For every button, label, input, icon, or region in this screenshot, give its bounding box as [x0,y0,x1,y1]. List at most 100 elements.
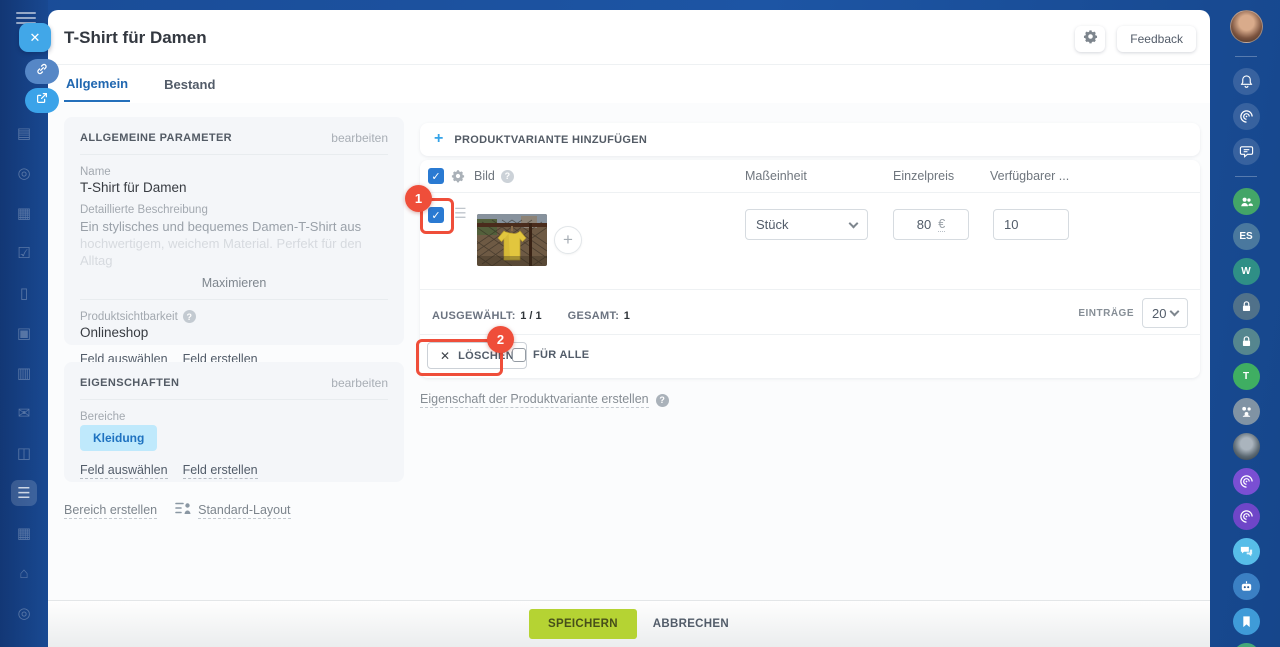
card-title: ALLGEMEINE PARAMETER [80,132,233,144]
crm-icon[interactable]: ☰ [11,480,37,506]
settings-button[interactable] [1075,26,1105,52]
variants-table: ✓ Bild ? Maßeinheit Einzelpreis Verfügba… [420,160,1200,378]
calendar-icon[interactable]: ▦ [11,200,37,226]
channel-chat-icon[interactable] [1232,538,1260,565]
column-price[interactable]: Einzelpreis [893,169,954,183]
available-input[interactable]: 10 [993,209,1069,240]
open-new-window-button[interactable] [25,88,59,113]
copy-link-button[interactable] [25,59,59,84]
entries-value: 20 [1152,305,1167,321]
notifications-icon[interactable] [1232,68,1260,95]
copilot-chat-icon[interactable] [1232,503,1260,530]
feed-icon[interactable]: ▤ [11,120,37,146]
feedback-button[interactable]: Feedback [1117,26,1196,52]
description-text[interactable]: Ein stylisches und bequemes Damen-T-Shir… [80,218,388,235]
name-label: Name [80,166,111,178]
add-image-button[interactable]: + [554,226,582,254]
cancel-button[interactable]: ABBRECHEN [653,618,729,630]
messenger-rail: ES W T [1223,0,1269,647]
create-section-link[interactable]: Bereich erstellen [64,503,158,519]
checkbox-unchecked[interactable] [512,348,526,362]
add-variant-label: PRODUKTVARIANTE HINZUFÜGEN [454,133,648,146]
column-unit[interactable]: Maßeinheit [745,169,807,183]
page-title: T-Shirt für Damen [64,28,207,47]
group-avatars-icon[interactable] [1232,398,1260,425]
sites-icon[interactable]: ⌂ [11,560,37,586]
chat-t[interactable]: T [1232,363,1260,390]
help-icon[interactable]: ? [655,393,669,407]
plus-icon: + [434,129,444,147]
variant-row: ✓ ☰ + Stück 80 € 10 [420,193,1200,290]
panel-footer: SPEICHERN ABBRECHEN [48,600,1210,647]
automation-icon[interactable]: ▦ [11,520,37,546]
tasks-icon[interactable]: ☑ [11,240,37,266]
chat-es[interactable]: ES [1232,223,1260,250]
product-slideover: T-Shirt für Damen Feedback Allgemein Bes… [48,10,1210,647]
annotation-step-1: 1 [405,185,432,212]
chevron-down-icon [1169,306,1180,317]
help-icon[interactable]: ? [500,169,514,183]
mail-icon[interactable]: ✉ [11,400,37,426]
private-chat-icon[interactable] [1232,328,1260,355]
user-avatar[interactable] [1229,10,1263,43]
column-image[interactable]: Bild [474,169,495,183]
general-parameters-card: ALLGEMEINE PARAMETER bearbeiten Name T-S… [64,117,404,368]
bot-chat-icon[interactable] [1232,573,1260,600]
selected-label: AUSGEWÄHLT: [432,310,516,322]
private-chat-icon[interactable] [1232,293,1260,320]
drag-handle-icon[interactable]: ☰ [454,205,467,222]
drive-icon[interactable]: ▥ [11,360,37,386]
create-variant-property-link[interactable]: Eigenschaft der Produktvariante erstelle… [420,392,649,408]
currency-selector[interactable]: € [938,217,946,232]
create-field-link[interactable]: Feld erstellen [182,463,258,479]
delete-x-icon: ✕ [440,348,451,363]
copilot-icon[interactable] [1232,103,1260,130]
docs-icon[interactable]: ▯ [11,280,37,306]
workgroups-icon[interactable]: ◫ [11,440,37,466]
save-button[interactable]: SPEICHERN [529,609,637,639]
contact-avatar[interactable] [1232,433,1260,460]
edit-link[interactable]: bearbeiten [331,376,388,390]
marketing-icon[interactable]: ◎ [11,600,37,626]
settings-icon[interactable]: ⚙ [11,640,37,647]
product-image[interactable] [477,214,547,266]
panel-content: ALLGEMEINE PARAMETER bearbeiten Name T-S… [48,103,1210,600]
standard-layout-link[interactable]: Standard-Layout [198,503,291,519]
edit-link[interactable]: bearbeiten [331,131,388,145]
section-badge-kleidung[interactable]: Kleidung [80,425,158,451]
maximize-button[interactable]: Maximieren [80,269,388,300]
unit-select[interactable]: Stück [745,209,868,240]
select-all-checkbox[interactable]: ✓ [428,168,444,184]
chat-w[interactable]: W [1232,258,1260,285]
column-settings-icon[interactable] [451,169,465,188]
rail-divider [1235,56,1257,57]
entries-per-page-select[interactable]: 20 [1142,298,1188,328]
messenger-icon[interactable] [1232,138,1260,165]
visibility-label: Produktsichtbarkeit [80,310,178,323]
panel-header: T-Shirt für Damen Feedback [48,10,1210,65]
price-input[interactable]: 80 € [893,209,969,240]
price-value: 80 [916,217,932,232]
visibility-value[interactable]: Onlineshop [80,325,388,340]
copilot-chat-icon[interactable] [1232,468,1260,495]
tab-bestand[interactable]: Bestand [162,67,217,101]
news-chat-icon[interactable] [1232,643,1260,647]
boards-icon[interactable]: ▣ [11,320,37,346]
total-value: 1 [623,310,630,322]
saved-messages-icon[interactable] [1232,608,1260,635]
close-slider-button[interactable]: ✕ [19,23,51,52]
total-label: GESAMT: [567,310,620,322]
help-icon[interactable]: ? [182,310,196,323]
add-variant-button[interactable]: + PRODUKTVARIANTE HINZUFÜGEN [420,123,1200,156]
messenger-icon[interactable]: ◎ [11,160,37,186]
gear-icon [1083,29,1098,49]
external-link-icon [35,91,49,110]
row-checkbox[interactable]: ✓ [428,207,444,223]
for-all-checkbox[interactable]: FÜR ALLE [512,348,589,362]
tab-allgemein[interactable]: Allgemein [64,66,131,102]
select-field-link[interactable]: Feld auswählen [80,463,168,479]
column-available[interactable]: Verfügbarer ... [990,169,1069,183]
description-text-faded[interactable]: hochwertigem, weichem Material. Perfekt … [80,235,388,269]
group-chat-icon[interactable] [1232,188,1260,215]
name-value[interactable]: T-Shirt für Damen [80,180,388,195]
